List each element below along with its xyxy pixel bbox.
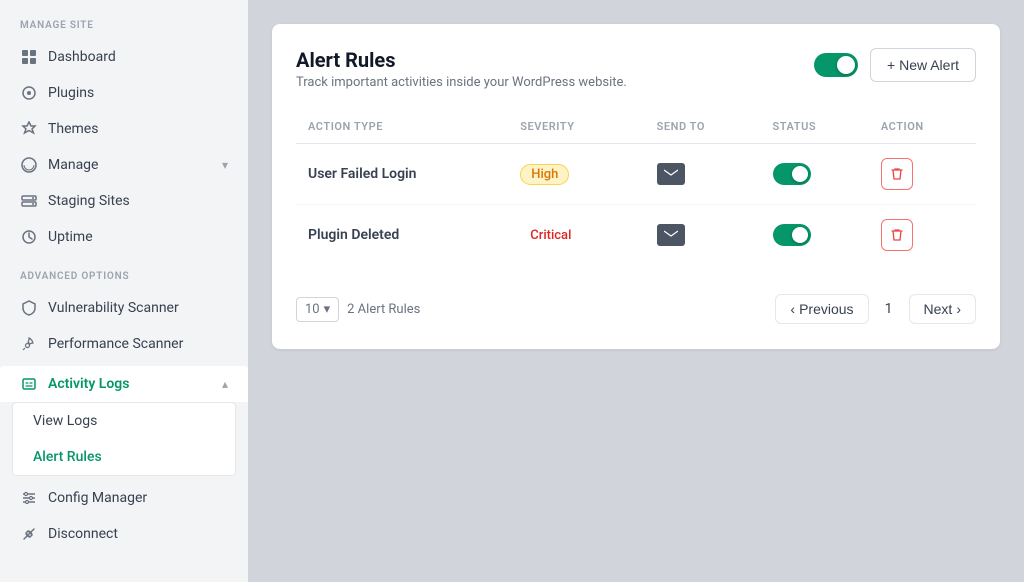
header-actions: + New Alert <box>814 48 976 82</box>
sidebar-item-disconnect[interactable]: Disconnect <box>0 516 248 552</box>
sidebar-item-themes[interactable]: Themes <box>0 111 248 147</box>
activity-logs-submenu: View Logs Alert Rules <box>12 402 236 476</box>
sidebar-item-plugins-label: Plugins <box>48 85 94 101</box>
col-severity: SEVERITY <box>508 110 644 144</box>
chevron-right-icon: › <box>956 301 961 317</box>
row-toggle-2[interactable] <box>773 224 811 246</box>
delete-button-1[interactable] <box>881 158 913 190</box>
sidebar-item-activity-logs-label: Activity Logs <box>48 376 129 392</box>
trash-icon-1 <box>890 167 904 181</box>
cell-status-2 <box>761 205 869 266</box>
chevron-left-icon: ‹ <box>790 301 795 317</box>
alert-rules-table: ACTION TYPE SEVERITY SEND TO STATUS ACTI… <box>296 110 976 265</box>
activity-logs-section: Activity Logs ▴ View Logs Alert Rules <box>0 366 248 476</box>
submenu-alert-rules-label: Alert Rules <box>33 449 102 465</box>
cell-send-to-1 <box>645 144 761 205</box>
manage-site-label: MANAGE SITE <box>0 20 248 39</box>
email-icon-1 <box>657 163 685 185</box>
sidebar-item-config-label: Config Manager <box>48 490 147 506</box>
col-status: STATUS <box>761 110 869 144</box>
next-button[interactable]: Next › <box>909 294 976 324</box>
sidebar-item-uptime-label: Uptime <box>48 229 93 245</box>
email-icon-2 <box>657 224 685 246</box>
cell-action-type-1: User Failed Login <box>296 144 508 205</box>
table-row: Plugin Deleted Critical <box>296 205 976 266</box>
sidebar-item-performance-label: Performance Scanner <box>48 336 183 352</box>
submenu-view-logs-label: View Logs <box>33 413 97 429</box>
sidebar-item-disconnect-label: Disconnect <box>48 526 118 542</box>
delete-button-2[interactable] <box>881 219 913 251</box>
unlink-icon <box>20 525 38 543</box>
cell-action-type-2: Plugin Deleted <box>296 205 508 266</box>
pagination: 10 ▾ 2 Alert Rules ‹ Previous 1 Next › <box>296 281 976 325</box>
pagination-right: ‹ Previous 1 Next › <box>775 293 976 325</box>
severity-badge-1: High <box>520 164 569 185</box>
sidebar: MANAGE SITE Dashboard Plugins Theme <box>0 0 248 582</box>
pagination-left: 10 ▾ 2 Alert Rules <box>296 297 420 322</box>
sidebar-item-staging-sites[interactable]: Staging Sites <box>0 183 248 219</box>
sidebar-item-uptime[interactable]: Uptime <box>0 219 248 255</box>
page-size-chevron: ▾ <box>324 302 331 317</box>
advanced-options-label: ADVANCED OPTIONS <box>0 271 248 290</box>
sidebar-item-dashboard-label: Dashboard <box>48 49 116 65</box>
grid-icon <box>20 48 38 66</box>
sidebar-item-performance-scanner[interactable]: Performance Scanner <box>0 326 248 362</box>
shield-icon <box>20 299 38 317</box>
new-alert-button[interactable]: + New Alert <box>870 48 976 82</box>
current-page-number[interactable]: 1 <box>873 293 905 325</box>
sidebar-item-config-manager[interactable]: Config Manager <box>0 480 248 516</box>
trash-icon-2 <box>890 228 904 242</box>
page-size-select[interactable]: 10 ▾ <box>296 297 339 322</box>
chevron-down-icon: ▾ <box>222 158 228 172</box>
sidebar-item-activity-logs[interactable]: Activity Logs ▴ <box>0 366 248 402</box>
chevron-up-icon: ▴ <box>222 377 228 391</box>
cell-status-1 <box>761 144 869 205</box>
sidebar-item-staging-label: Staging Sites <box>48 193 130 209</box>
sidebar-item-manage-label: Manage <box>48 157 98 173</box>
sidebar-item-dashboard[interactable]: Dashboard <box>0 39 248 75</box>
page-subtitle: Track important activities inside your W… <box>296 75 627 90</box>
global-toggle[interactable] <box>814 53 858 77</box>
row-toggle-1[interactable] <box>773 163 811 185</box>
cell-severity-1: High <box>508 144 644 205</box>
main-content: Alert Rules Track important activities i… <box>248 0 1024 582</box>
plugins-icon <box>20 84 38 102</box>
sidebar-item-manage[interactable]: Manage ▾ <box>0 147 248 183</box>
uptime-icon <box>20 228 38 246</box>
cell-action-1 <box>869 144 976 205</box>
table-header-row: ACTION TYPE SEVERITY SEND TO STATUS ACTI… <box>296 110 976 144</box>
card-header: Alert Rules Track important activities i… <box>296 48 976 90</box>
rocket-icon <box>20 335 38 353</box>
themes-icon <box>20 120 38 138</box>
alert-rules-card: Alert Rules Track important activities i… <box>272 24 1000 349</box>
previous-label: Previous <box>799 301 853 317</box>
cell-action-2 <box>869 205 976 266</box>
page-title: Alert Rules <box>296 48 627 72</box>
submenu-item-view-logs[interactable]: View Logs <box>13 403 235 439</box>
col-send-to: SEND TO <box>645 110 761 144</box>
col-action-type: ACTION TYPE <box>296 110 508 144</box>
server-icon <box>20 192 38 210</box>
next-label: Next <box>924 301 953 317</box>
sliders-icon <box>20 489 38 507</box>
card-title-section: Alert Rules Track important activities i… <box>296 48 627 90</box>
sidebar-item-plugins[interactable]: Plugins <box>0 75 248 111</box>
sidebar-item-vulnerability-label: Vulnerability Scanner <box>48 300 179 316</box>
cell-severity-2: Critical <box>508 205 644 266</box>
sidebar-item-vulnerability-scanner[interactable]: Vulnerability Scanner <box>0 290 248 326</box>
total-count-label: 2 Alert Rules <box>347 302 420 317</box>
severity-badge-2: Critical <box>520 226 581 245</box>
activity-icon <box>20 375 38 393</box>
wordpress-icon <box>20 156 38 174</box>
table-row: User Failed Login High <box>296 144 976 205</box>
previous-button[interactable]: ‹ Previous <box>775 294 868 324</box>
submenu-item-alert-rules[interactable]: Alert Rules <box>13 439 235 475</box>
sidebar-item-themes-label: Themes <box>48 121 98 137</box>
new-alert-label: + New Alert <box>887 57 959 73</box>
col-action: ACTION <box>869 110 976 144</box>
page-size-value: 10 <box>305 302 320 317</box>
cell-send-to-2 <box>645 205 761 266</box>
